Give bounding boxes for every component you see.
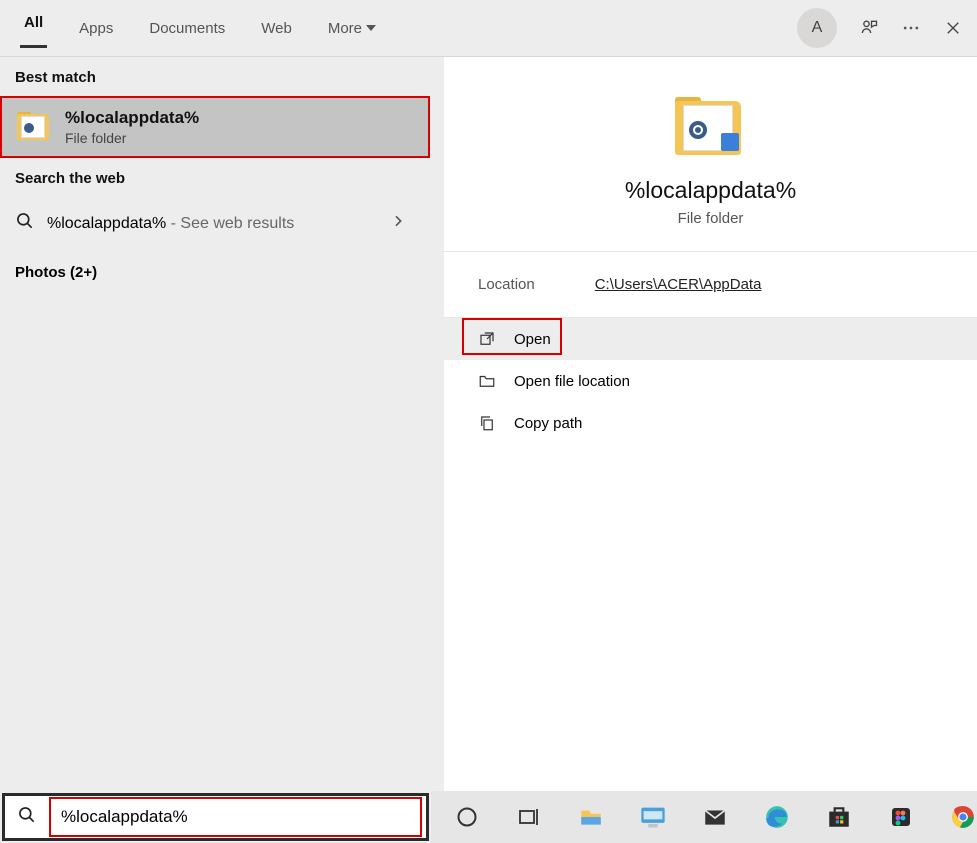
action-open-label: Open [514,331,551,348]
taskbar [0,791,977,843]
action-open-loc-label: Open file location [514,373,630,390]
web-result-term: %localappdata% [47,215,166,232]
best-match-header: Best match [0,57,430,96]
search-scope-tabs: All Apps Documents Web More [20,8,380,48]
results-column: Best match %localappdata% File folder Se… [0,57,430,791]
chrome-icon[interactable] [949,803,977,831]
action-copy-path[interactable]: Copy path [444,402,977,444]
tab-documents[interactable]: Documents [145,14,229,43]
preview-actions: Open Open file location Copy path [444,318,977,444]
preview-pane: %localappdata% File folder Location C:\U… [444,57,977,791]
search-box-container[interactable] [2,793,429,841]
avatar[interactable]: A [797,8,837,48]
file-explorer-icon[interactable] [577,803,605,831]
search-icon [15,211,35,236]
search-highlight-box [49,797,422,837]
preview-header: %localappdata% File folder [444,57,977,252]
open-icon [478,330,496,348]
action-open[interactable]: Open [444,318,977,360]
best-match-title: %localappdata% [65,108,199,128]
tab-more-label: More [328,20,362,37]
chevron-down-icon [366,25,376,31]
task-view-icon[interactable] [515,803,543,831]
chevron-right-icon [390,213,406,234]
location-row: Location C:\Users\ACER\AppData [444,252,977,318]
location-path[interactable]: C:\Users\ACER\AppData [595,276,762,293]
taskbar-icons [431,791,977,843]
folder-icon [17,112,53,142]
more-icon[interactable] [901,18,921,38]
feedback-icon[interactable] [859,18,879,38]
tab-web[interactable]: Web [257,14,296,43]
search-input[interactable] [57,799,414,835]
figma-icon[interactable] [887,803,915,831]
web-search-result[interactable]: %localappdata% - See web results [0,197,430,250]
close-icon[interactable] [943,18,963,38]
best-match-subtitle: File folder [65,130,199,146]
tab-apps[interactable]: Apps [75,14,117,43]
tab-all[interactable]: All [20,8,47,48]
best-match-result[interactable]: %localappdata% File folder [0,96,430,158]
cortana-icon[interactable] [453,803,481,831]
main-area: Best match %localappdata% File folder Se… [0,57,977,791]
top-right-controls: A [797,8,963,48]
screen-keyboard-icon[interactable] [639,803,667,831]
photos-section[interactable]: Photos (2+) [0,250,430,295]
web-result-text: %localappdata% - See web results [47,215,294,233]
mail-icon[interactable] [701,803,729,831]
location-label: Location [478,276,535,293]
best-match-text: %localappdata% File folder [65,108,199,146]
store-icon[interactable] [825,803,853,831]
action-open-file-location[interactable]: Open file location [444,360,977,402]
search-icon [5,805,49,830]
folder-outline-icon [478,372,496,390]
top-tab-bar: All Apps Documents Web More A [0,0,977,57]
preview-title: %localappdata% [625,177,796,204]
web-result-suffix: - See web results [166,215,294,232]
edge-icon[interactable] [763,803,791,831]
action-copy-path-label: Copy path [514,415,582,432]
search-web-header: Search the web [0,158,430,197]
preview-subtitle: File folder [678,210,744,227]
folder-icon-large [675,97,747,157]
copy-icon [478,414,496,432]
tab-more[interactable]: More [324,14,380,43]
